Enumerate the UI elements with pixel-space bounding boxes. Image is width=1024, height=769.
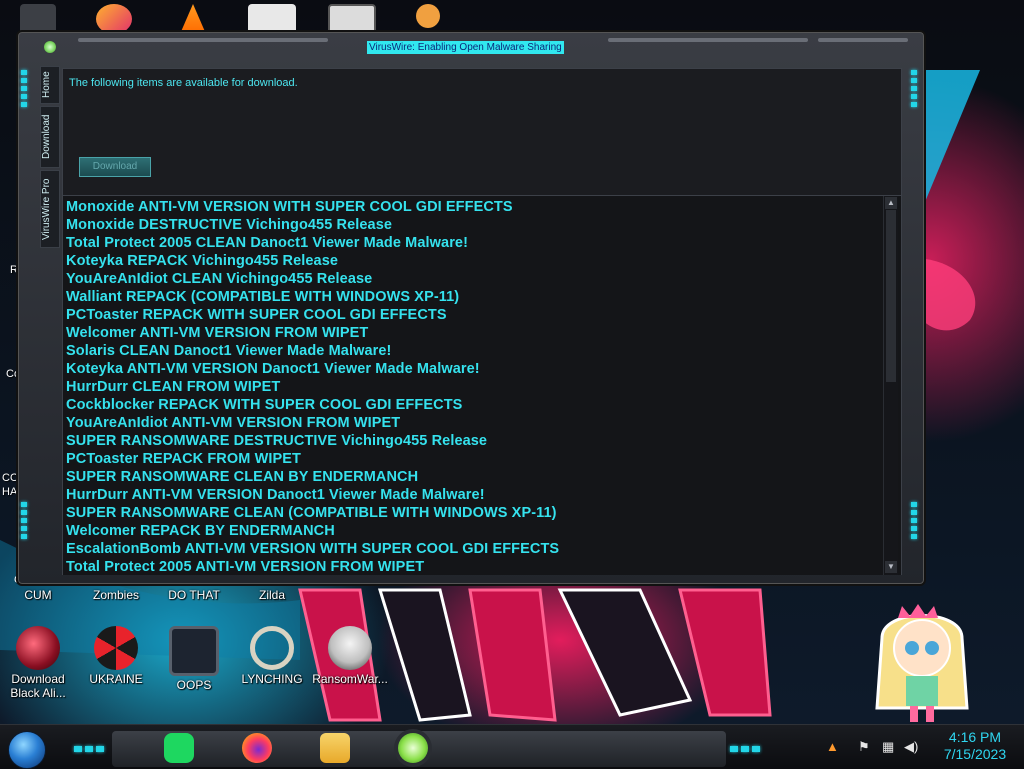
file-explorer-icon[interactable] (320, 733, 350, 763)
app-icon (44, 41, 56, 53)
desktop-icon-label: DO THAT (168, 588, 220, 602)
window-left-lights (20, 502, 28, 542)
download-list-item[interactable]: Walliant REPACK (COMPATIBLE WITH WINDOWS… (66, 288, 901, 306)
window-left-lights (20, 70, 28, 110)
tab-viruswire-pro[interactable]: VirusWire Pro (40, 170, 60, 248)
download-list-item[interactable]: SUPER RANSOMWARE CLEAN (COMPATIBLE WITH … (66, 504, 901, 522)
download-list-item[interactable]: PCToaster REPACK FROM WIPET (66, 450, 901, 468)
window-title: VirusWire: Enabling Open Malware Sharing (367, 41, 564, 54)
taskbar-clock[interactable]: 4:16 PM 7/15/2023 (930, 729, 1020, 763)
notes-app-icon[interactable] (164, 733, 194, 763)
start-button[interactable] (8, 731, 46, 769)
skull-icon (328, 626, 372, 670)
noose-icon (250, 626, 294, 670)
desktop-icon-ukraine[interactable]: UKRAINE (78, 626, 154, 686)
download-list-item[interactable]: Cockblocker REPACK WITH SUPER COOL GDI E… (66, 396, 901, 414)
desktop-icon-top-6[interactable] (416, 4, 440, 28)
desktop-icon-label: OOPS (176, 678, 212, 692)
desktop-icon-label: LYNCHING (241, 672, 303, 686)
desktop-icon-label: RansomWar... (312, 672, 388, 686)
volume-icon[interactable]: ◀) (904, 739, 918, 755)
desktop-icon-zombies[interactable]: Zombies (78, 588, 154, 602)
download-list-item[interactable]: Total Protect 2005 CLEAN Danoct1 Viewer … (66, 234, 901, 252)
download-list-item[interactable]: Welcomer ANTI-VM VERSION FROM WIPET (66, 324, 901, 342)
viruswire-window: VirusWire: Enabling Open Malware Sharing… (16, 30, 926, 586)
scroll-down-icon[interactable]: ▼ (885, 561, 897, 573)
content-panel: The following items are available for do… (62, 68, 902, 575)
window-titlebar[interactable]: VirusWire: Enabling Open Malware Sharing (18, 32, 924, 62)
download-list-item[interactable]: Monoxide DESTRUCTIVE Vichingo455 Release (66, 216, 901, 234)
download-list-item[interactable]: HurrDurr ANTI-VM VERSION Danoct1 Viewer … (66, 486, 901, 504)
tab-home[interactable]: Home (40, 66, 60, 104)
desktop-icon-lynching[interactable]: LYNCHING (234, 626, 310, 686)
virus-app-icon[interactable] (398, 733, 428, 763)
download-list-item[interactable]: EscalationBomb ANTI-VM VERSION WITH SUPE… (66, 540, 901, 558)
radiation-icon (94, 626, 138, 670)
download-list[interactable]: Monoxide ANTI-VM VERSION WITH SUPER COOL… (63, 195, 901, 575)
desktop-icon-oops[interactable]: OOPS (156, 626, 232, 692)
download-list-item[interactable]: HurrDurr CLEAN FROM WIPET (66, 378, 901, 396)
download-list-item[interactable]: Koteyka ANTI-VM VERSION Danoct1 Viewer M… (66, 360, 901, 378)
firefox-icon[interactable] (242, 733, 272, 763)
desktop-icon-download-black[interactable]: Download Black Ali... (0, 626, 76, 700)
tab-download[interactable]: Download (40, 106, 60, 168)
network-icon[interactable]: ▦ (882, 739, 894, 755)
side-tab-strip: Home Download VirusWire Pro (40, 66, 60, 248)
window-right-lights (910, 502, 918, 542)
taskbar: ▲ ⚑ ▦ ◀) 4:16 PM 7/15/2023 (0, 724, 1024, 769)
red-orb-icon (16, 626, 60, 670)
download-list-item[interactable]: Total Protect 2005 ANTI-VM VERSION FROM … (66, 558, 901, 575)
download-list-item[interactable]: Welcomer REPACK BY ENDERMANCH (66, 522, 901, 540)
download-list-item[interactable]: YouAreAnIdiot ANTI-VM VERSION FROM WIPET (66, 414, 901, 432)
monitor-icon (169, 626, 219, 676)
warning-icon[interactable]: ▲ (826, 739, 839, 754)
desktop-icon-do-that[interactable]: DO THAT (156, 588, 232, 602)
clock-time: 4:16 PM (948, 729, 1002, 745)
titlebar-decoration (608, 38, 808, 42)
download-button[interactable]: Download (79, 157, 151, 177)
desktop-icon-label: Zombies (92, 588, 139, 602)
list-scrollbar[interactable]: ▲ ▼ (883, 196, 898, 575)
clock-date: 7/15/2023 (943, 746, 1007, 762)
download-list-item[interactable]: Koteyka REPACK Vichingo455 Release (66, 252, 901, 270)
desktop-icon-ransomware[interactable]: RansomWar... (312, 626, 388, 686)
desktop-icon-label: UKRAINE (89, 672, 143, 686)
download-list-item[interactable]: YouAreAnIdiot CLEAN Vichingo455 Release (66, 270, 901, 288)
download-list-item[interactable]: Solaris CLEAN Danoct1 Viewer Made Malwar… (66, 342, 901, 360)
desktop-icon-zilda[interactable]: Zilda (234, 588, 310, 602)
flag-icon[interactable]: ⚑ (858, 739, 870, 755)
intro-text: The following items are available for do… (69, 77, 298, 89)
titlebar-decoration (78, 38, 328, 42)
scrollbar-thumb[interactable] (886, 210, 896, 382)
download-list-item[interactable]: SUPER RANSOMWARE CLEAN BY ENDERMANCH (66, 468, 901, 486)
taskbar-lights (74, 739, 107, 757)
download-list-item[interactable]: SUPER RANSOMWARE DESTRUCTIVE Vichingo455… (66, 432, 901, 450)
desktop-icon-label: CUM (24, 588, 52, 602)
cartoon-character-sticker (875, 604, 969, 722)
scroll-up-icon[interactable]: ▲ (885, 197, 897, 209)
titlebar-decoration (818, 38, 908, 42)
desktop-icon-label: Download Black Ali... (10, 672, 66, 700)
taskbar-lights (730, 739, 763, 757)
desktop-icon-label: Zilda (258, 588, 285, 602)
download-list-item[interactable]: PCToaster REPACK WITH SUPER COOL GDI EFF… (66, 306, 901, 324)
desktop-icon-cum[interactable]: CUM (0, 588, 76, 602)
download-list-item[interactable]: Monoxide ANTI-VM VERSION WITH SUPER COOL… (66, 198, 901, 216)
window-right-lights (910, 70, 918, 110)
download-list-items: Monoxide ANTI-VM VERSION WITH SUPER COOL… (63, 196, 901, 575)
